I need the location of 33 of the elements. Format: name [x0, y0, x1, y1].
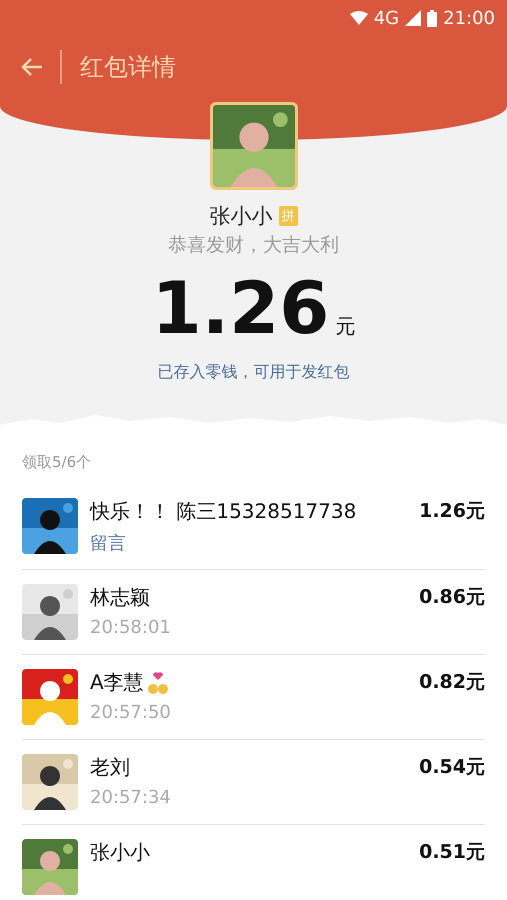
battery-icon — [427, 10, 438, 26]
received-amount: 0.82元 — [419, 670, 485, 695]
balance-note: 已存入零钱，可用于发红包 — [158, 362, 350, 383]
received-amount: 0.54元 — [419, 755, 485, 780]
recipient-row[interactable]: 张小小 0.51元 — [22, 825, 485, 895]
network-text: 4G — [374, 8, 400, 28]
received-amount: 1.26元 — [419, 499, 485, 524]
back-icon[interactable] — [20, 57, 44, 77]
recipient-name: 林志颖 — [90, 584, 150, 611]
claimed-count: 领取5/6个 — [22, 452, 92, 473]
currency-unit: 元 — [335, 313, 356, 340]
time-text: 20:57:50 — [90, 702, 172, 723]
time-text: 20:58:01 — [90, 617, 172, 638]
recipient-name: A李慧 — [90, 669, 144, 696]
clock-text: 21:00 — [443, 8, 495, 28]
received-amount: 0.86元 — [419, 585, 485, 610]
time-text: 20:57:34 — [90, 787, 172, 808]
sender-name: 张小小 — [210, 203, 272, 230]
recipient-row[interactable]: 林志颖 20:58:01 0.86元 — [22, 570, 485, 655]
signal-icon — [405, 10, 422, 26]
recipient-name: 快乐！！ 陈三15328517738 — [90, 498, 356, 525]
wifi-icon — [350, 11, 368, 25]
recipient-row[interactable]: 老刘 20:57:34 0.54元 — [22, 740, 485, 825]
group-badge: 拼 — [278, 206, 298, 226]
recipient-name: 老刘 — [90, 754, 130, 781]
message-link[interactable]: 留言 — [90, 531, 408, 555]
recipient-name: 张小小 — [90, 839, 150, 866]
recipient-row[interactable]: 快乐！！ 陈三15328517738 留言 1.26元 — [22, 484, 485, 570]
received-amount: 0.51元 — [419, 840, 485, 865]
recipient-row[interactable]: A李慧 20:57:50 0.82元 — [22, 655, 485, 740]
amount-value: 1.26 — [152, 272, 330, 344]
page-title: 红包详情 — [80, 52, 176, 83]
greeting-text: 恭喜发财，大吉大利 — [168, 233, 339, 258]
